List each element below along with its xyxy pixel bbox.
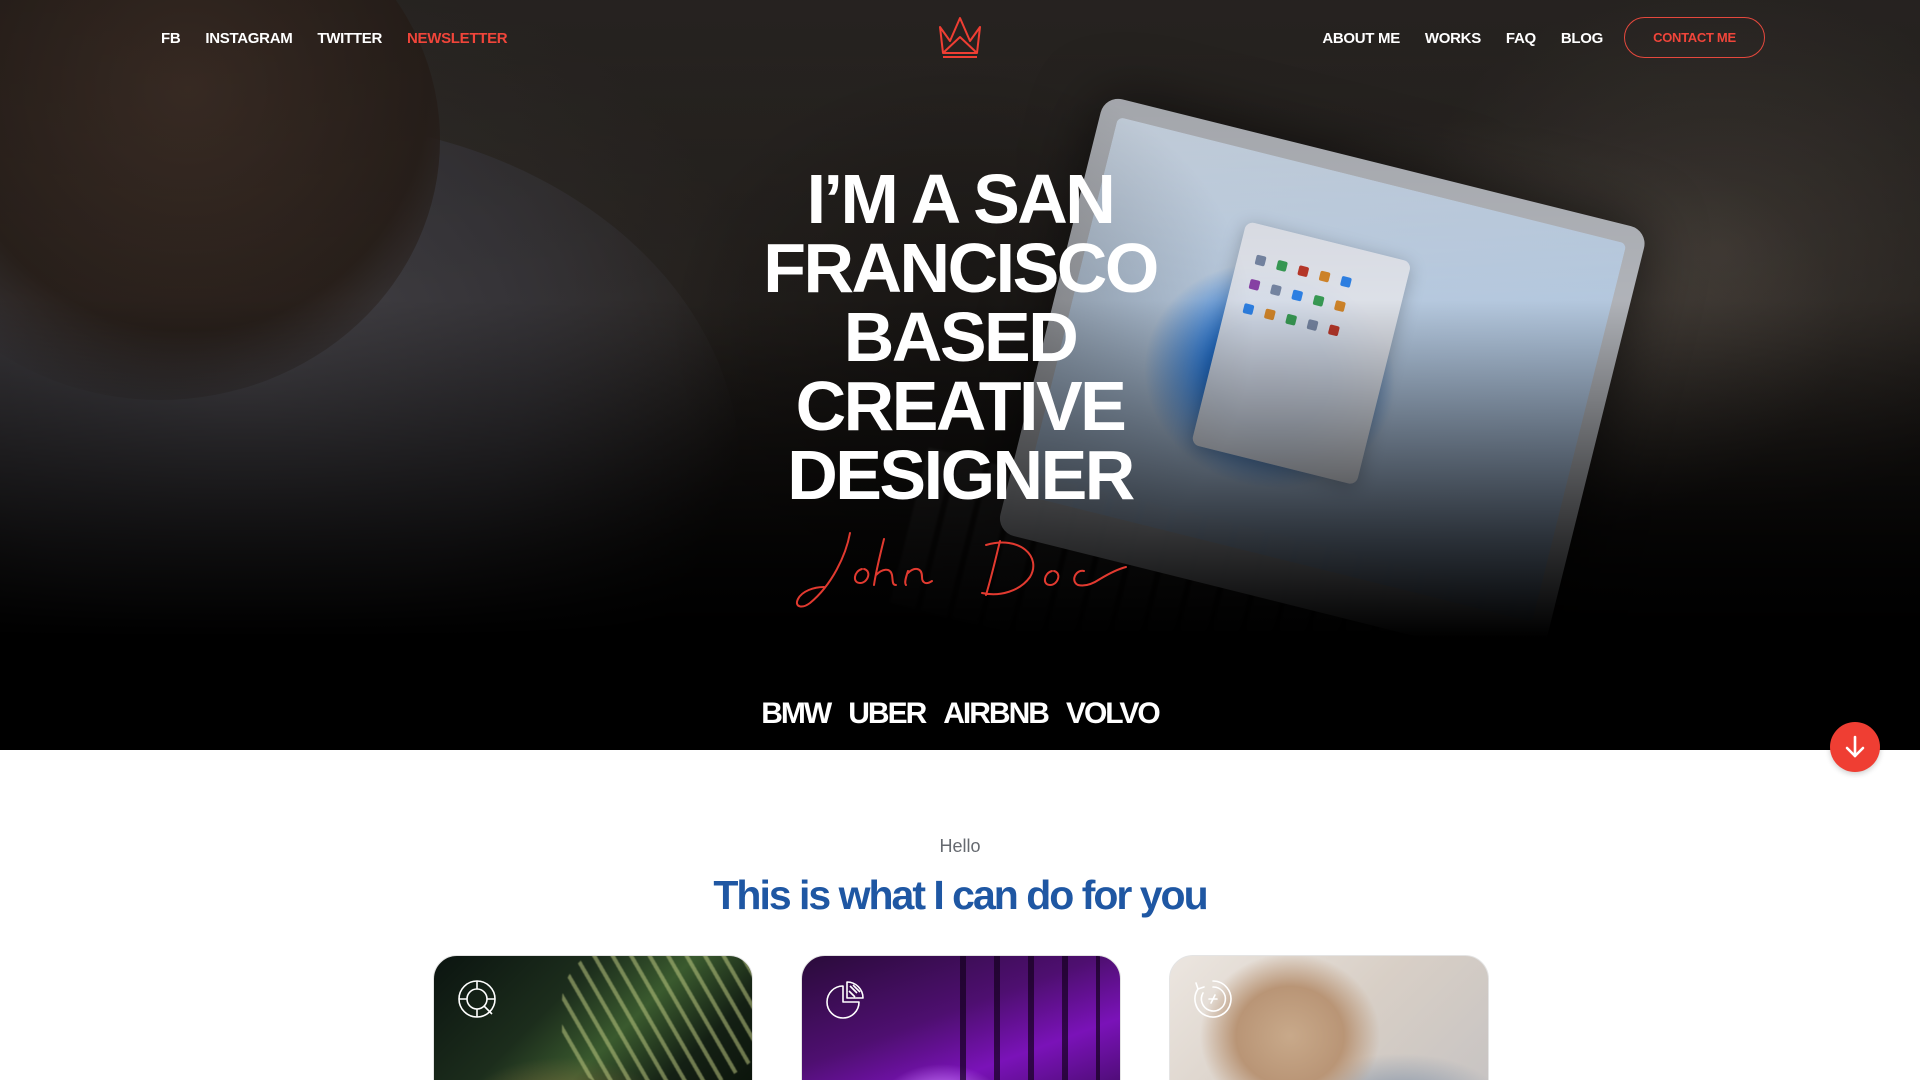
nav-link-works[interactable]: WORKS [1425,30,1481,48]
signature-image [796,532,1127,608]
nav-link-twitter[interactable]: TWITTER [317,30,382,48]
arrow-down-icon [1845,735,1865,758]
hero-section: FB INSTAGRAM TWITTER NEWSLETTER ABOUT ME… [0,0,1920,750]
nav-link-about-me[interactable]: ABOUT ME [1322,30,1400,48]
main-nav: ABOUT ME WORKS FAQ BLOG [1322,30,1603,48]
card-photo-purple [960,956,1100,1080]
client-logos: BMW UBER AIRBNB VOLVO [0,697,1920,731]
social-nav: FB INSTAGRAM TWITTER NEWSLETTER [161,30,508,48]
section-kicker: Hello [939,836,981,856]
nav-link-newsletter[interactable]: NEWSLETTER [407,30,508,48]
hero-headline: I’M A SAN FRANCISCO BASED CREATIVE DESIG… [763,160,1159,514]
contact-me-button[interactable]: CONTACT ME [1624,17,1765,58]
nav-link-instagram[interactable]: INSTAGRAM [205,30,292,48]
client-uber: UBER [848,697,927,730]
pie-chart-icon [826,981,864,1019]
service-card-2[interactable] [801,955,1121,1080]
scroll-down-button[interactable] [1830,722,1880,772]
search-target-icon [458,980,496,1018]
crown-logo-icon[interactable] [937,15,983,59]
card-photo-plant [562,956,752,1080]
service-card-1[interactable] [433,955,753,1080]
client-volvo: VOLVO [1065,697,1161,730]
service-card-3[interactable] [1169,955,1489,1080]
nav-link-fb[interactable]: FB [161,30,181,48]
client-bmw: BMW [761,697,832,730]
nav-link-blog[interactable]: BLOG [1561,30,1603,48]
client-airbnb: AIRBNB [943,697,1050,730]
section-title: This is what I can do for you [713,872,1208,918]
dial-icon [1194,980,1232,1018]
nav-link-faq[interactable]: FAQ [1506,30,1536,48]
